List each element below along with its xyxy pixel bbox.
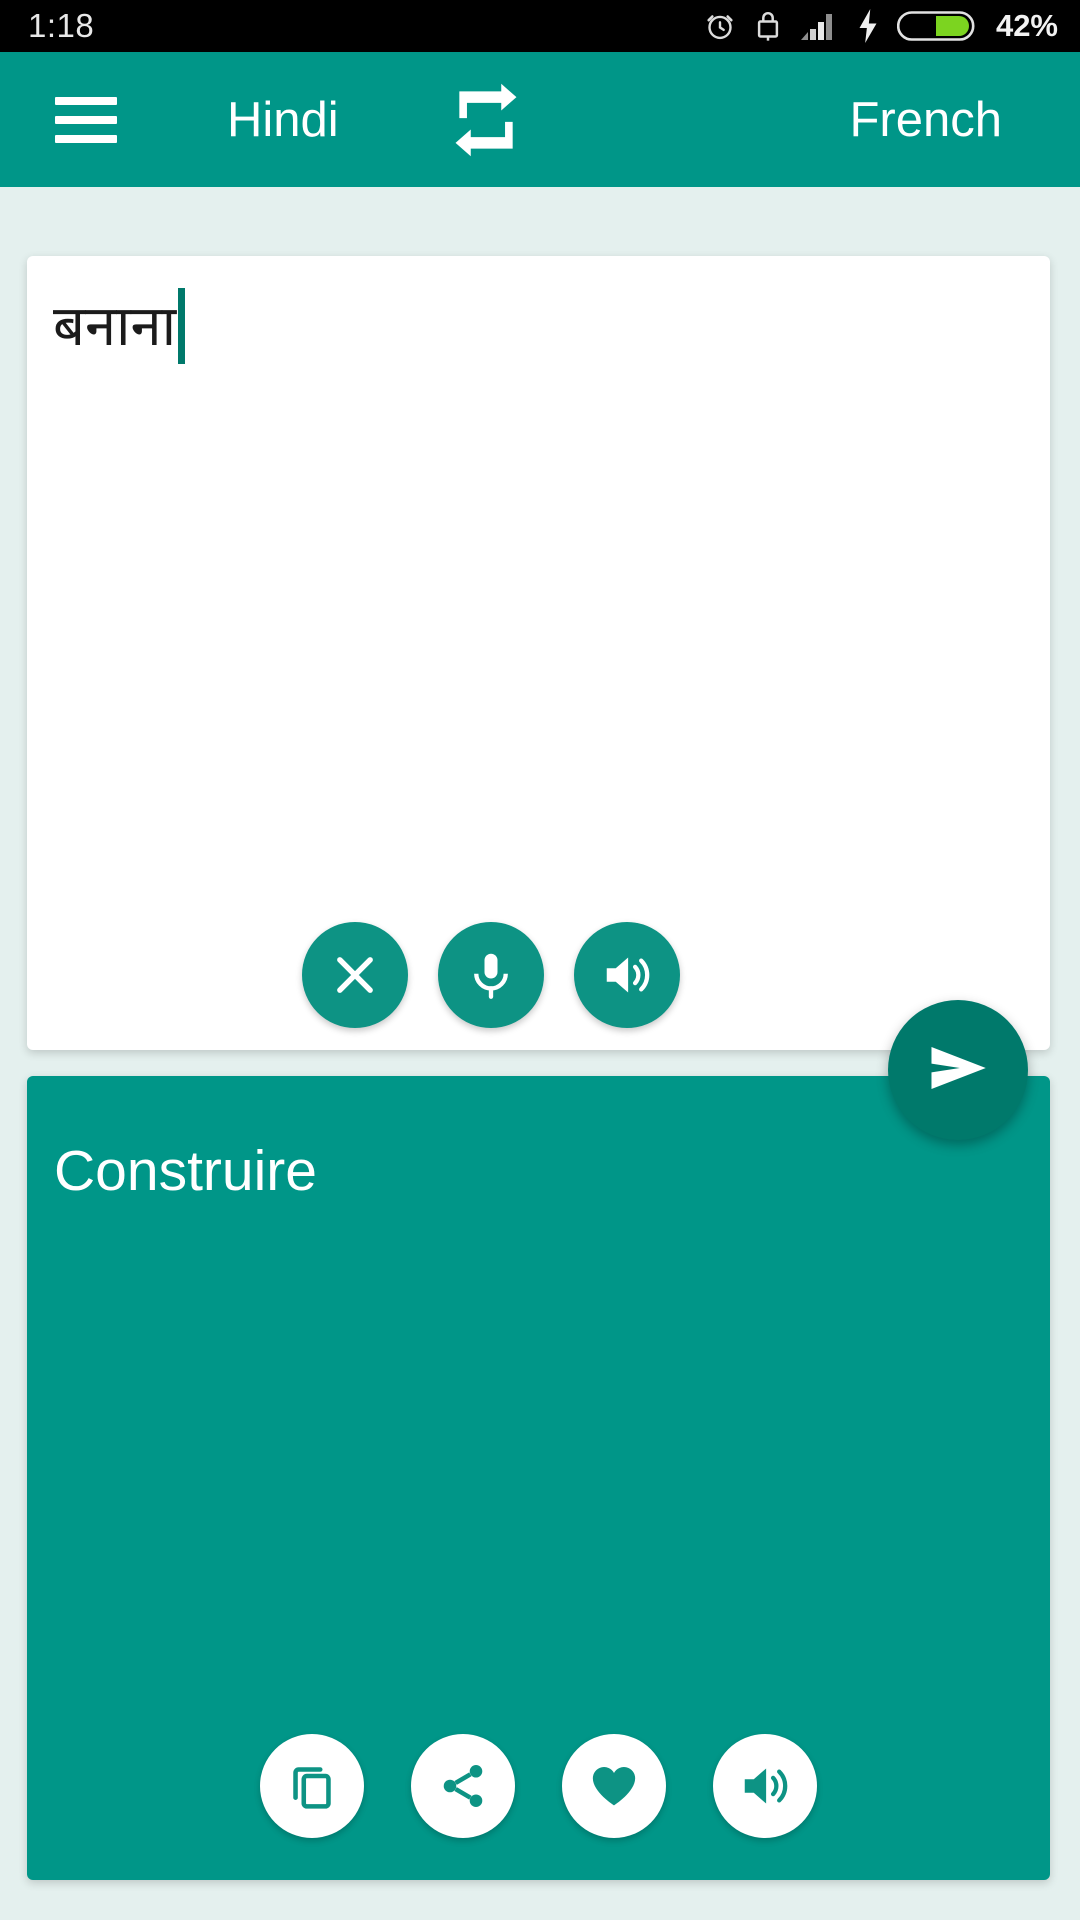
- speak-result-button[interactable]: [713, 1734, 817, 1838]
- source-text-value: बनाना: [53, 294, 177, 357]
- battery-percent-label: 42%: [995, 8, 1058, 43]
- translator-app-screen: 1:18 42% Hindi French बनाना Construire: [0, 0, 1080, 1920]
- speaker-icon: [738, 1759, 792, 1813]
- source-language-selector[interactable]: Hindi: [227, 92, 339, 148]
- status-bar-icons: 42%: [703, 8, 1058, 44]
- send-icon: [921, 1031, 995, 1110]
- status-bar-clock: 1:18: [28, 7, 95, 44]
- translated-text: Construire: [54, 1139, 317, 1203]
- clear-text-button[interactable]: [301, 922, 408, 1028]
- swap-languages-icon[interactable]: [451, 80, 521, 160]
- share-icon: [437, 1760, 489, 1812]
- speak-source-button[interactable]: [573, 922, 680, 1028]
- signal-icon: [799, 10, 839, 42]
- close-icon: [329, 949, 381, 1001]
- charging-bolt-icon: [856, 9, 880, 43]
- source-text-input[interactable]: बनाना: [53, 288, 186, 364]
- lock-icon: [754, 9, 782, 43]
- source-text-card: बनाना: [27, 256, 1050, 1050]
- target-language-selector[interactable]: French: [849, 92, 1002, 148]
- alarm-icon: [703, 9, 737, 43]
- result-actions-row: [27, 1734, 1050, 1838]
- app-bar: Hindi French: [0, 52, 1080, 187]
- copy-button[interactable]: [260, 1734, 364, 1838]
- voice-input-button[interactable]: [437, 922, 544, 1028]
- share-button[interactable]: [411, 1734, 515, 1838]
- favorite-button[interactable]: [562, 1734, 666, 1838]
- source-actions-row: [27, 922, 1050, 1028]
- translation-result-card: Construire: [27, 1076, 1050, 1880]
- microphone-icon: [465, 949, 517, 1001]
- send-button[interactable]: [888, 1000, 1028, 1140]
- status-bar: 1:18 42%: [0, 0, 1080, 52]
- hamburger-menu-icon[interactable]: [55, 96, 117, 143]
- speaker-icon: [600, 948, 654, 1002]
- battery-icon: [896, 8, 975, 44]
- copy-icon: [286, 1760, 338, 1812]
- text-caret: [178, 288, 186, 364]
- heart-icon: [587, 1759, 641, 1813]
